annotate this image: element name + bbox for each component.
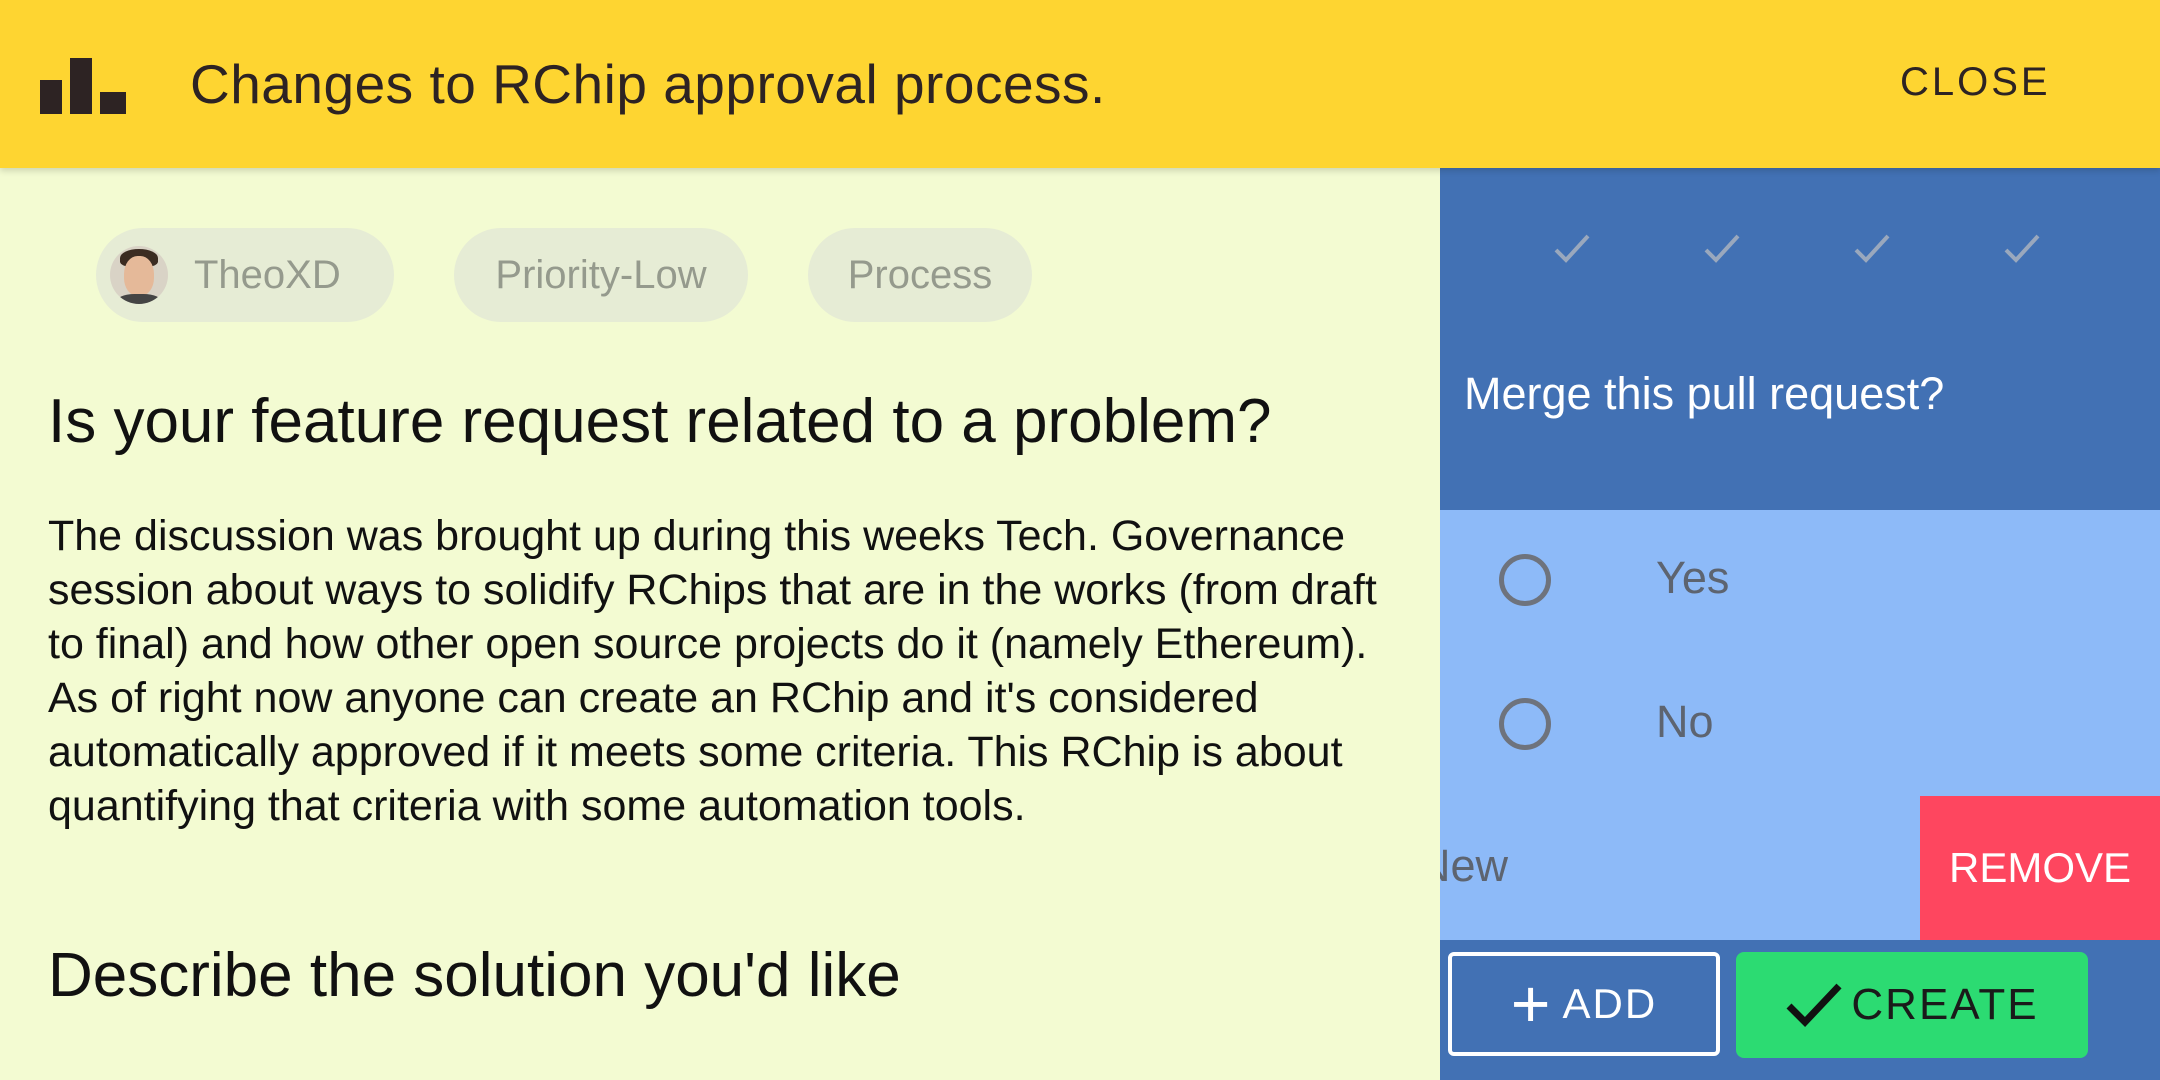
avatar xyxy=(110,246,168,304)
plus-icon: + xyxy=(1510,966,1553,1042)
add-label: ADD xyxy=(1562,980,1658,1027)
radio-yes[interactable] xyxy=(1499,554,1551,606)
create-button[interactable]: CREATE xyxy=(1736,952,2088,1058)
check-icon xyxy=(2004,234,2040,263)
poll-actions: + ADD CREATE xyxy=(1440,940,2160,1080)
new-option-input[interactable]: New xyxy=(1440,840,1508,892)
section-body-problem: The discussion was brought up during thi… xyxy=(48,512,1377,830)
section-heading-solution: Describe the solution you'd like xyxy=(48,941,901,1010)
issue-content: TheoXD Priority-Low Process Is your feat… xyxy=(0,168,1440,1080)
check-icon xyxy=(1786,983,1842,1028)
check-icon xyxy=(1854,234,1890,263)
author-name: TheoXD xyxy=(194,252,341,297)
bar-chart-icon xyxy=(40,58,126,114)
poll-question: Merge this pull request? xyxy=(1464,368,1945,419)
check-icon xyxy=(1554,234,1590,263)
radio-no[interactable] xyxy=(1499,698,1551,750)
category-chip[interactable]: Process xyxy=(808,228,1032,322)
poll-header: Merge this pull request? xyxy=(1440,168,2160,510)
option-label-no: No xyxy=(1656,696,1714,747)
author-chip[interactable]: TheoXD xyxy=(96,228,394,322)
page-title: Changes to RChip approval process. xyxy=(190,53,1106,115)
check-icon xyxy=(1704,234,1740,263)
section-heading-problem: Is your feature request related to a pro… xyxy=(48,387,1272,456)
create-label: CREATE xyxy=(1851,980,2039,1029)
option-label-yes: Yes xyxy=(1656,552,1730,603)
add-button[interactable]: + ADD xyxy=(1448,952,1720,1056)
priority-chip[interactable]: Priority-Low xyxy=(454,228,748,322)
top-app-bar: Changes to RChip approval process. CLOSE xyxy=(0,0,2160,168)
remove-button[interactable]: REMOVE xyxy=(1920,796,2160,940)
close-button[interactable]: CLOSE xyxy=(1900,60,2051,105)
poll-panel: Merge this pull request? Yes No New REMO… xyxy=(1440,168,2160,1080)
